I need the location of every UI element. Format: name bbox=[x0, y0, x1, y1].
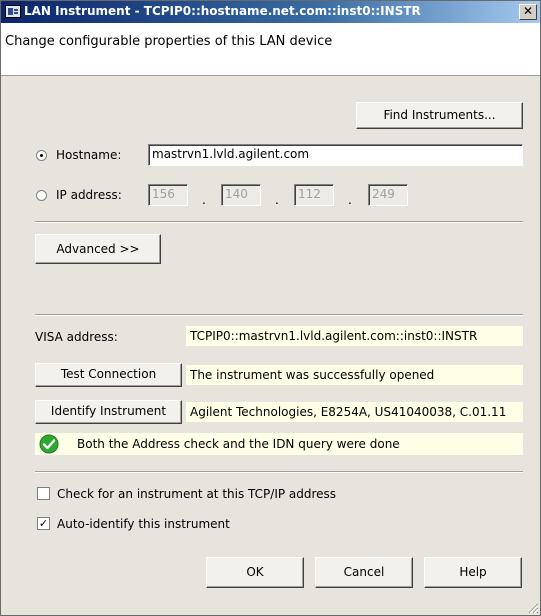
ip-separator: . bbox=[348, 193, 352, 207]
divider bbox=[35, 471, 523, 473]
auto-identify-checkbox[interactable]: ✓ bbox=[37, 517, 50, 530]
visa-address-label: VISA address: bbox=[35, 330, 118, 344]
identify-result: Agilent Technologies, E8254A, US41040038… bbox=[186, 402, 523, 422]
close-button[interactable]: ✕ bbox=[519, 4, 537, 20]
test-connection-button[interactable]: Test Connection bbox=[35, 363, 182, 387]
resize-grip-icon[interactable] bbox=[527, 602, 539, 614]
help-button[interactable]: Help bbox=[424, 557, 522, 588]
check-tcpip-label: Check for an instrument at this TCP/IP a… bbox=[57, 487, 337, 501]
auto-identify-label: Auto-identify this instrument bbox=[57, 517, 230, 531]
test-connection-result: The instrument was successfully opened bbox=[186, 365, 523, 385]
hostname-label: Hostname: bbox=[56, 148, 122, 162]
check-tcpip-checkbox[interactable] bbox=[37, 487, 50, 500]
header-text: Change configurable properties of this L… bbox=[5, 34, 333, 49]
ok-button[interactable]: OK bbox=[206, 557, 304, 588]
hostname-radio[interactable] bbox=[36, 150, 47, 161]
title-bar[interactable]: LAN Instrument - TCPIP0::hostname.net.co… bbox=[1, 1, 540, 23]
check-circle-icon bbox=[39, 434, 59, 454]
ip-octet-1-input[interactable]: 156 bbox=[148, 184, 188, 206]
status-message: Both the Address check and the IDN query… bbox=[35, 433, 523, 455]
header-divider bbox=[1, 75, 540, 76]
identify-instrument-button[interactable]: Identify Instrument bbox=[35, 400, 182, 424]
window-title: LAN Instrument - TCPIP0::hostname.net.co… bbox=[24, 4, 421, 18]
find-instruments-button[interactable]: Find Instruments... bbox=[356, 102, 523, 129]
lan-instrument-dialog: LAN Instrument - TCPIP0::hostname.net.co… bbox=[0, 0, 541, 616]
visa-address-value: TCPIP0::mastrvn1.lvld.agilent.com::inst0… bbox=[186, 326, 523, 346]
ip-address-radio[interactable] bbox=[36, 190, 47, 201]
cancel-button[interactable]: Cancel bbox=[315, 557, 413, 588]
divider bbox=[35, 221, 523, 223]
ip-address-label: IP address: bbox=[56, 188, 122, 202]
divider bbox=[35, 314, 523, 316]
hostname-input[interactable]: mastrvn1.lvld.agilent.com bbox=[148, 144, 523, 166]
instrument-icon bbox=[5, 5, 21, 18]
ip-separator: . bbox=[202, 193, 206, 207]
ip-octet-3-input[interactable]: 112 bbox=[294, 184, 334, 206]
status-text: Both the Address check and the IDN query… bbox=[77, 437, 400, 451]
advanced-button[interactable]: Advanced >> bbox=[35, 234, 161, 264]
ip-octet-2-input[interactable]: 140 bbox=[221, 184, 261, 206]
ip-separator: . bbox=[275, 193, 279, 207]
ip-octet-4-input[interactable]: 249 bbox=[368, 184, 408, 206]
dialog-header: Change configurable properties of this L… bbox=[1, 23, 540, 75]
